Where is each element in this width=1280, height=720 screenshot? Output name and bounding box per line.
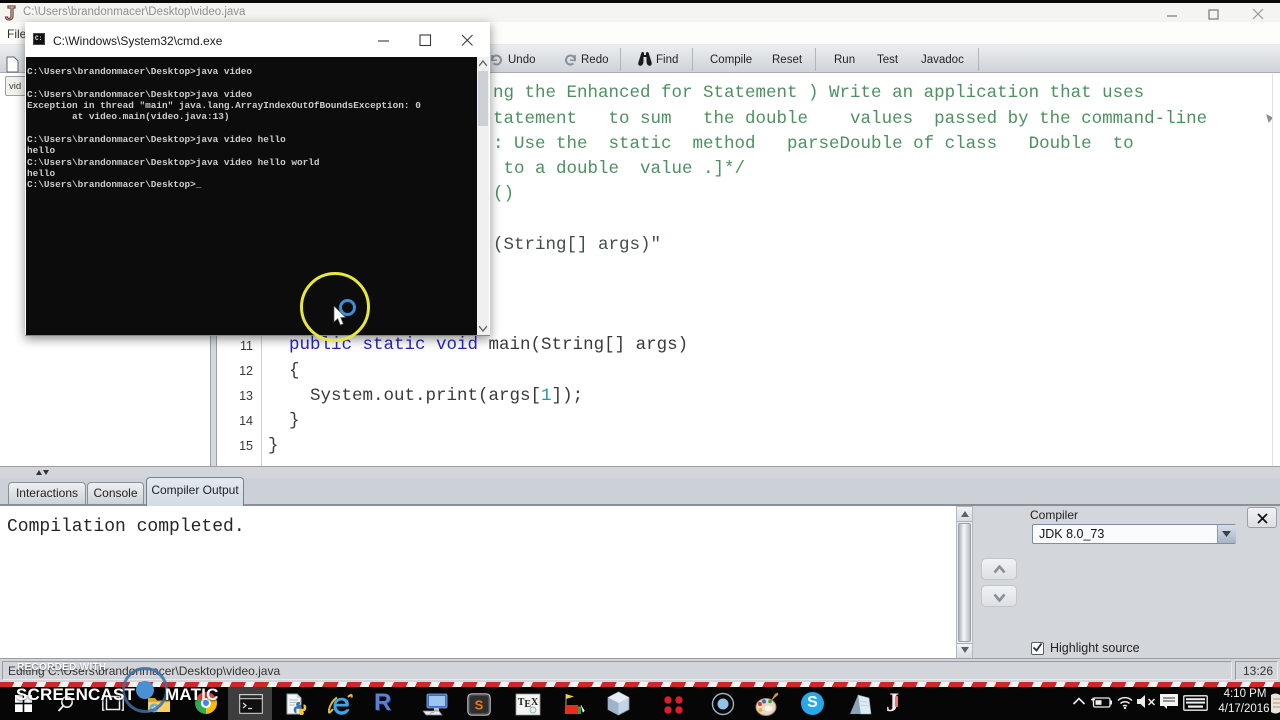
svg-text:S: S (475, 698, 484, 713)
